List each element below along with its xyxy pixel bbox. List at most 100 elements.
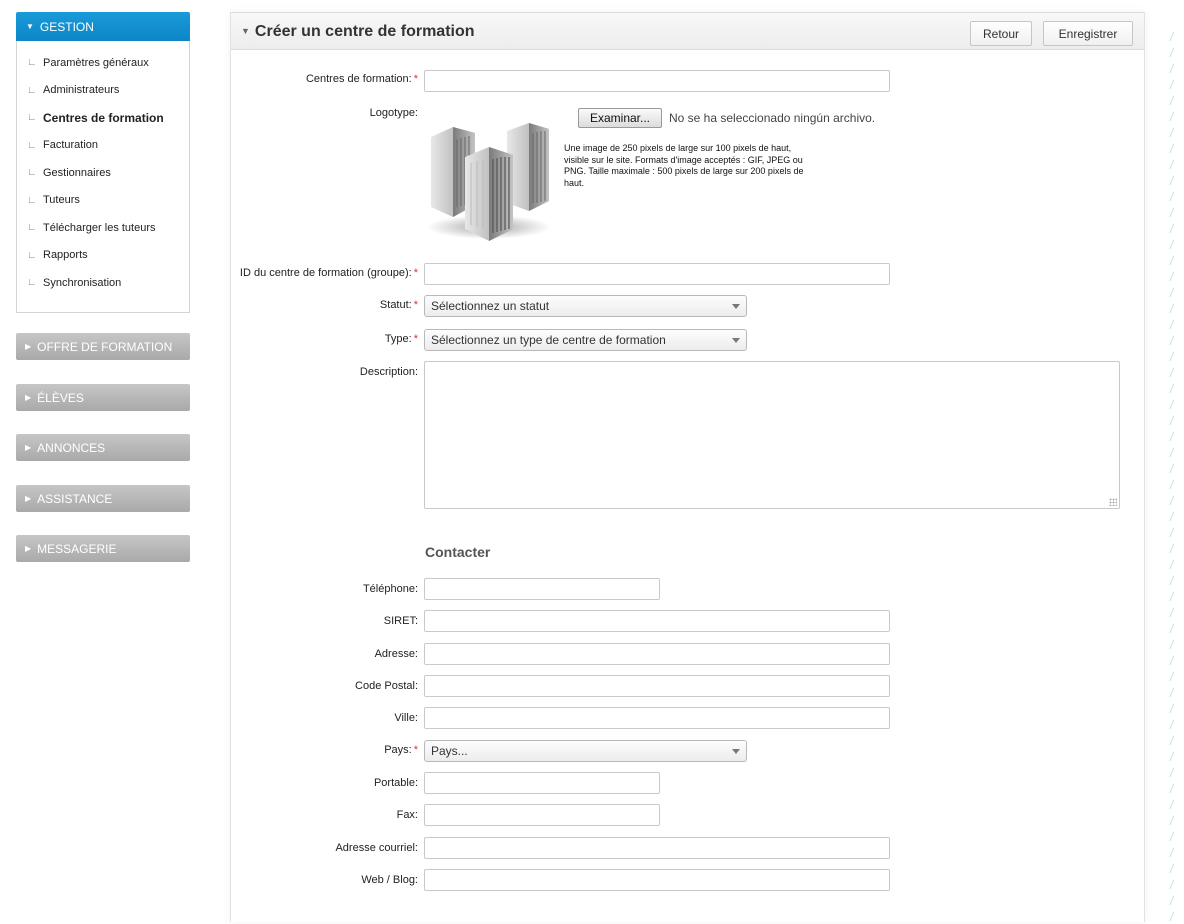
slash-decoration: / — [1170, 350, 1174, 364]
slash-decoration: / — [1170, 702, 1174, 716]
sidebar-item-administrateurs[interactable]: ∟ Administrateurs — [17, 77, 189, 105]
slash-decoration: / — [1170, 286, 1174, 300]
fax-input[interactable] — [424, 804, 660, 826]
sidebar-item-facturation[interactable]: ∟ Facturation — [17, 132, 189, 160]
courriel-label: Adresse courriel: — [335, 842, 418, 854]
back-button[interactable]: Retour — [970, 21, 1032, 46]
code-postal-input[interactable] — [424, 675, 890, 697]
slash-decoration: / — [1170, 590, 1174, 604]
required-marker: * — [413, 267, 418, 279]
slash-decoration: / — [1170, 846, 1174, 860]
adresse-input[interactable] — [424, 643, 890, 665]
description-textarea[interactable] — [424, 361, 1120, 509]
slash-decoration: / — [1170, 542, 1174, 556]
slash-decoration: / — [1170, 446, 1174, 460]
menu-section-messagerie[interactable]: ▶ MESSAGERIE — [16, 535, 190, 562]
tree-elbow-icon: ∟ — [27, 249, 37, 261]
code-postal-label: Code Postal: — [355, 680, 418, 692]
sidebar-item-gestionnaires[interactable]: ∟ Gestionnaires — [17, 159, 189, 187]
dropdown-arrow-icon — [732, 304, 740, 309]
triangle-right-icon: ▶ — [25, 393, 32, 402]
statut-select[interactable]: Sélectionnez un statut — [424, 295, 747, 317]
slash-decoration: / — [1170, 46, 1174, 60]
sidebar-item-label: Rapports — [43, 249, 88, 262]
slash-decoration: / — [1170, 238, 1174, 252]
tree-elbow-icon: ∟ — [27, 167, 37, 179]
slash-decoration: / — [1170, 478, 1174, 492]
sidebar-item-synchronisation[interactable]: ∟ Synchronisation — [17, 269, 189, 297]
required-marker: * — [413, 73, 418, 85]
browse-button[interactable]: Examinar... — [578, 108, 662, 128]
adresse-label: Adresse: — [374, 648, 418, 660]
menu-section-annonces[interactable]: ▶ ANNONCES — [16, 434, 190, 461]
sidebar-item-centres[interactable]: ∟ Centres de formation — [17, 104, 189, 132]
menu-section-eleves[interactable]: ▶ ÉLÈVES — [16, 384, 190, 411]
siret-input[interactable] — [424, 610, 890, 632]
slash-decoration: / — [1170, 734, 1174, 748]
ville-label: Ville: — [394, 712, 418, 724]
portable-label: Portable: — [373, 777, 418, 789]
id-groupe-input[interactable] — [424, 263, 890, 285]
tree-elbow-icon: ∟ — [27, 112, 37, 124]
telephone-input[interactable] — [424, 578, 660, 600]
slash-decoration: / — [1170, 382, 1174, 396]
id-groupe-label: ID du centre de formation (groupe): * — [239, 267, 418, 279]
resize-grip-icon[interactable] — [1109, 498, 1117, 506]
required-marker: * — [413, 333, 418, 345]
buildings-icon — [427, 123, 551, 241]
menu-section-label: OFFRE DE FORMATION — [37, 339, 173, 354]
sidebar-item-label: Synchronisation — [43, 276, 122, 289]
slash-decoration: / — [1170, 606, 1174, 620]
slash-decoration: / — [1170, 878, 1174, 892]
portable-input[interactable] — [424, 772, 660, 794]
slash-decoration: / — [1170, 414, 1174, 428]
menu-section-offre-formation[interactable]: ▶ OFFRE DE FORMATION — [16, 333, 190, 360]
slash-decoration: / — [1170, 814, 1174, 828]
type-select[interactable]: Sélectionnez un type de centre de format… — [424, 329, 747, 351]
statut-label: Statut: * — [379, 299, 418, 311]
slash-decoration: / — [1170, 206, 1174, 220]
triangle-right-icon: ▶ — [25, 544, 32, 553]
triangle-down-icon: ▼ — [26, 22, 34, 31]
sidebar-item-label: Paramètres généraux — [43, 56, 149, 69]
slash-decoration: / — [1170, 718, 1174, 732]
ville-input[interactable] — [424, 707, 890, 729]
tree-elbow-icon: ∟ — [27, 194, 37, 206]
fax-label: Fax: — [396, 809, 418, 821]
slash-decoration: / — [1170, 174, 1174, 188]
sidebar-item-parametres[interactable]: ∟ Paramètres généraux — [17, 49, 189, 77]
page-title[interactable]: ▼ Créer un centre de formation — [241, 23, 475, 41]
centres-input[interactable] — [424, 70, 890, 92]
slash-decoration: / — [1170, 750, 1174, 764]
sidebar-item-label: Administrateurs — [43, 84, 120, 97]
contact-section-title: Contacter — [425, 544, 491, 560]
slash-decoration: / — [1170, 494, 1174, 508]
panel-header: ▼ Créer un centre de formation Retour Enr… — [231, 12, 1144, 50]
slash-decoration: / — [1170, 654, 1174, 668]
menu-section-gestion[interactable]: ▼ GESTION — [16, 12, 190, 41]
tree-elbow-icon: ∟ — [27, 57, 37, 69]
slash-decoration: / — [1170, 558, 1174, 572]
sidebar-item-rapports[interactable]: ∟ Rapports — [17, 242, 189, 270]
save-button[interactable]: Enregistrer — [1043, 21, 1133, 46]
slash-decoration: / — [1170, 574, 1174, 588]
triangle-right-icon: ▶ — [25, 494, 32, 503]
slash-decoration: / — [1170, 222, 1174, 236]
slash-decoration: / — [1170, 302, 1174, 316]
slash-decoration: / — [1170, 126, 1174, 140]
sidebar-item-telecharger-tuteurs[interactable]: ∟ Télécharger les tuteurs — [17, 214, 189, 242]
required-marker: * — [413, 299, 418, 311]
triangle-right-icon: ▶ — [25, 342, 32, 351]
logotype-label: Logotype: — [369, 107, 418, 119]
slash-decoration: / — [1170, 254, 1174, 268]
sidebar-item-tuteurs[interactable]: ∟ Tuteurs — [17, 187, 189, 215]
pays-select[interactable]: Pays... — [424, 740, 747, 762]
web-label: Web / Blog: — [361, 874, 418, 886]
web-input[interactable] — [424, 869, 890, 891]
slash-decoration: / — [1170, 62, 1174, 76]
menu-section-assistance[interactable]: ▶ ASSISTANCE — [16, 485, 190, 512]
slash-decoration: / — [1170, 766, 1174, 780]
tree-elbow-icon: ∟ — [27, 277, 37, 289]
courriel-input[interactable] — [424, 837, 890, 859]
slash-decoration: / — [1170, 94, 1174, 108]
